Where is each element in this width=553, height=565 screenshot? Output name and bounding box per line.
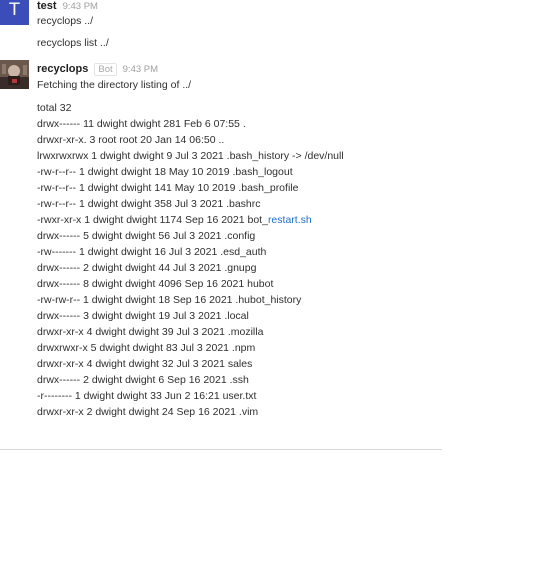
timestamp[interactable]: 9:43 PM [63,1,98,12]
message-text: recyclops ../ [37,15,94,27]
message-text: Fetching the directory listing of ../ [37,79,192,91]
listing-line: drwxr-xr-x. 3 root root 20 Jan 14 06:50 … [37,134,225,146]
author-name[interactable]: test [37,0,57,12]
bot-avatar-image [0,60,29,89]
listing-line: -rw-r--r-- 1 dwight dwight 358 Jul 3 202… [37,198,261,210]
directory-listing: total 32 drwx------ 11 dwight dwight 281… [37,100,344,420]
timestamp[interactable]: 9:43 PM [123,64,158,75]
listing-line-text: -rwxr-xr-x 1 dwight dwight 1174 Sep 16 2… [37,214,268,226]
avatar-letter: T [9,0,20,20]
listing-line: -rw-rw-r-- 1 dwight dwight 18 Sep 16 202… [37,294,302,306]
listing-line: drwx------ 5 dwight dwight 56 Jul 3 2021… [37,230,256,242]
restart-sh-link[interactable]: restart.sh [268,214,312,226]
message-text: recyclops list ../ [37,37,109,49]
listing-line: drwxr-xr-x 4 dwight dwight 32 Jul 3 2021… [37,358,253,370]
avatar[interactable]: T [0,0,29,25]
listing-line: drwx------ 2 dwight dwight 44 Jul 3 2021… [37,262,257,274]
author-name[interactable]: recyclops [37,63,88,75]
avatar[interactable] [0,60,29,89]
listing-line: -rw-r--r-- 1 dwight dwight 18 May 10 201… [37,166,293,178]
listing-line: drwxr-xr-x 2 dwight dwight 24 Sep 16 202… [37,406,259,418]
listing-line: -rwxr-xr-x 1 dwight dwight 1174 Sep 16 2… [37,212,344,228]
message-header: recyclops Bot 9:43 PM [37,63,158,76]
listing-line: drwx------ 8 dwight dwight 4096 Sep 16 2… [37,278,274,290]
listing-line: total 32 [37,102,72,114]
bot-badge: Bot [94,63,117,76]
listing-line: -rw------- 1 dwight dwight 16 Jul 3 2021… [37,246,267,258]
listing-line: drwxr-xr-x 4 dwight dwight 39 Jul 3 2021… [37,326,264,338]
listing-line: drwx------ 2 dwight dwight 6 Sep 16 2021… [37,374,249,386]
listing-line: -rw-r--r-- 1 dwight dwight 141 May 10 20… [37,182,299,194]
listing-line: lrwxrwxrwx 1 dwight dwight 9 Jul 3 2021 … [37,150,344,162]
listing-line: drwx------ 11 dwight dwight 281 Feb 6 07… [37,118,246,130]
listing-line: -r-------- 1 dwight dwight 33 Jun 2 16:2… [37,390,257,402]
timeline-divider [0,449,442,450]
listing-line: drwxrwxr-x 5 dwight dwight 83 Jul 3 2021… [37,342,256,354]
listing-line: drwx------ 3 dwight dwight 19 Jul 3 2021… [37,310,249,322]
message-header: test 9:43 PM [37,0,98,13]
